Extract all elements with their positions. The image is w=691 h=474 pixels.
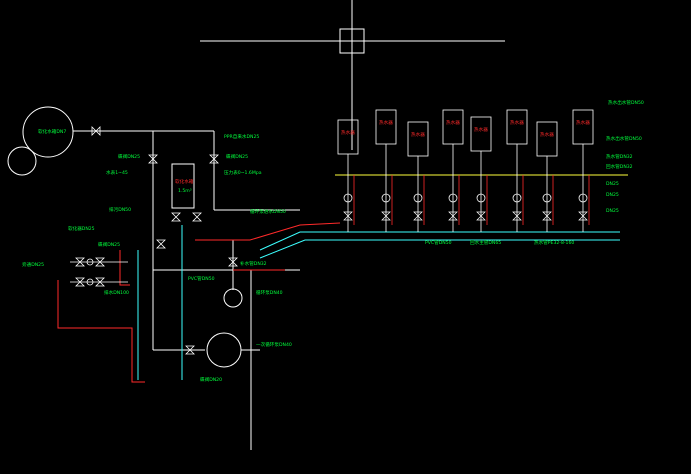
- bypass-label: 旁通DN25: [22, 261, 44, 268]
- hw-branch-label: 热水管DN32: [606, 153, 633, 160]
- return-pipe-label: 回水管DN32: [606, 163, 633, 170]
- heater-box: [337, 119, 359, 155]
- tank-volume-label: 1.5m³: [178, 188, 192, 194]
- tank-center-label: 软化水箱: [175, 178, 194, 185]
- heater-unit[interactable]: 热水器: [506, 109, 528, 232]
- heater-label: 热水器: [510, 119, 524, 126]
- storage-tank-left: [7, 106, 74, 176]
- heater-box: [442, 109, 464, 145]
- heater-label: 热水器: [411, 131, 425, 138]
- heater-label: 热水器: [379, 119, 393, 126]
- heater-label: 热水器: [446, 119, 460, 126]
- heater-box: [536, 121, 558, 157]
- heater-label: 热水器: [474, 126, 488, 133]
- heater-unit[interactable]: 热水器: [442, 109, 464, 232]
- heater-unit[interactable]: 热水器: [407, 121, 429, 232]
- loop-label: 循环泵进水DN50: [250, 208, 286, 215]
- pvc-label: PVC管DN50: [188, 275, 215, 282]
- meter-label: 水表1~45: [106, 169, 128, 176]
- heater-unit[interactable]: 热水器: [536, 121, 558, 232]
- gauge-label: 压力表0~1.6Mpa: [224, 169, 262, 176]
- ppr-pipe-label: PPR自来水DN25: [224, 133, 259, 140]
- top-right-label: 热水出水管DN50: [608, 99, 644, 106]
- hw-main-label: 热水出水管DN50: [606, 135, 642, 142]
- heater-unit[interactable]: 热水器: [375, 109, 397, 232]
- dn-label-2: DN25: [606, 192, 619, 198]
- valve-top-label: 蝶阀DN25: [118, 153, 140, 160]
- bottom-pipe-label: 排水DN100: [104, 289, 129, 296]
- soft-valve-label: 蝶阀DN25: [98, 241, 120, 248]
- heater-box: [572, 109, 594, 145]
- dn-label-1: DN25: [606, 181, 619, 187]
- valve-right-label: 蝶阀DN25: [226, 153, 248, 160]
- heater-box: [375, 109, 397, 145]
- heater-box: [407, 121, 429, 157]
- return-main-label: 回水主管DN65: [470, 239, 501, 246]
- piping-diagram: 软化水箱DN7 热水器热水器热水器热水器热水器热水器热水器热水器 PPR自来水D…: [7, 0, 644, 450]
- softener-label: 软化器DN25: [68, 225, 95, 232]
- boiler-main-label: 热水管PE32-8-160: [534, 239, 574, 246]
- heater-box: [470, 116, 492, 152]
- pump-small-label: 循环泵DN40: [256, 289, 283, 296]
- schematic-canvas: 软化水箱DN7 热水器 热水器 热水器 热水器 热水器 热水器 热水器 热水器 …: [0, 0, 691, 470]
- cad-crosshair[interactable]: [200, 0, 505, 150]
- mid-pipe-label: 补水管DN32: [240, 260, 267, 267]
- drain-left-label: 排污DN50: [109, 206, 131, 213]
- heater-unit[interactable]: 热水器: [572, 109, 594, 232]
- tank-left-label: 软化水箱DN7: [38, 128, 66, 135]
- heater-box: [506, 109, 528, 145]
- dn-label-3: DN25: [606, 208, 619, 214]
- softener-cluster[interactable]: [70, 257, 128, 287]
- valve-bottom-label: 蝶阀DN20: [200, 376, 222, 383]
- heater-array: 热水器热水器热水器热水器热水器热水器热水器热水器: [337, 109, 594, 232]
- heater-label: 热水器: [576, 119, 590, 126]
- pump-big-label: 一次循环泵DN40: [256, 341, 292, 348]
- heater-label: 热水器: [540, 131, 554, 138]
- pvc-bottom-label: PVC管DN50: [425, 239, 452, 246]
- heater-label: 热水器: [341, 129, 355, 136]
- heater-unit[interactable]: 热水器: [337, 119, 359, 232]
- cyan-pipes: [137, 225, 620, 380]
